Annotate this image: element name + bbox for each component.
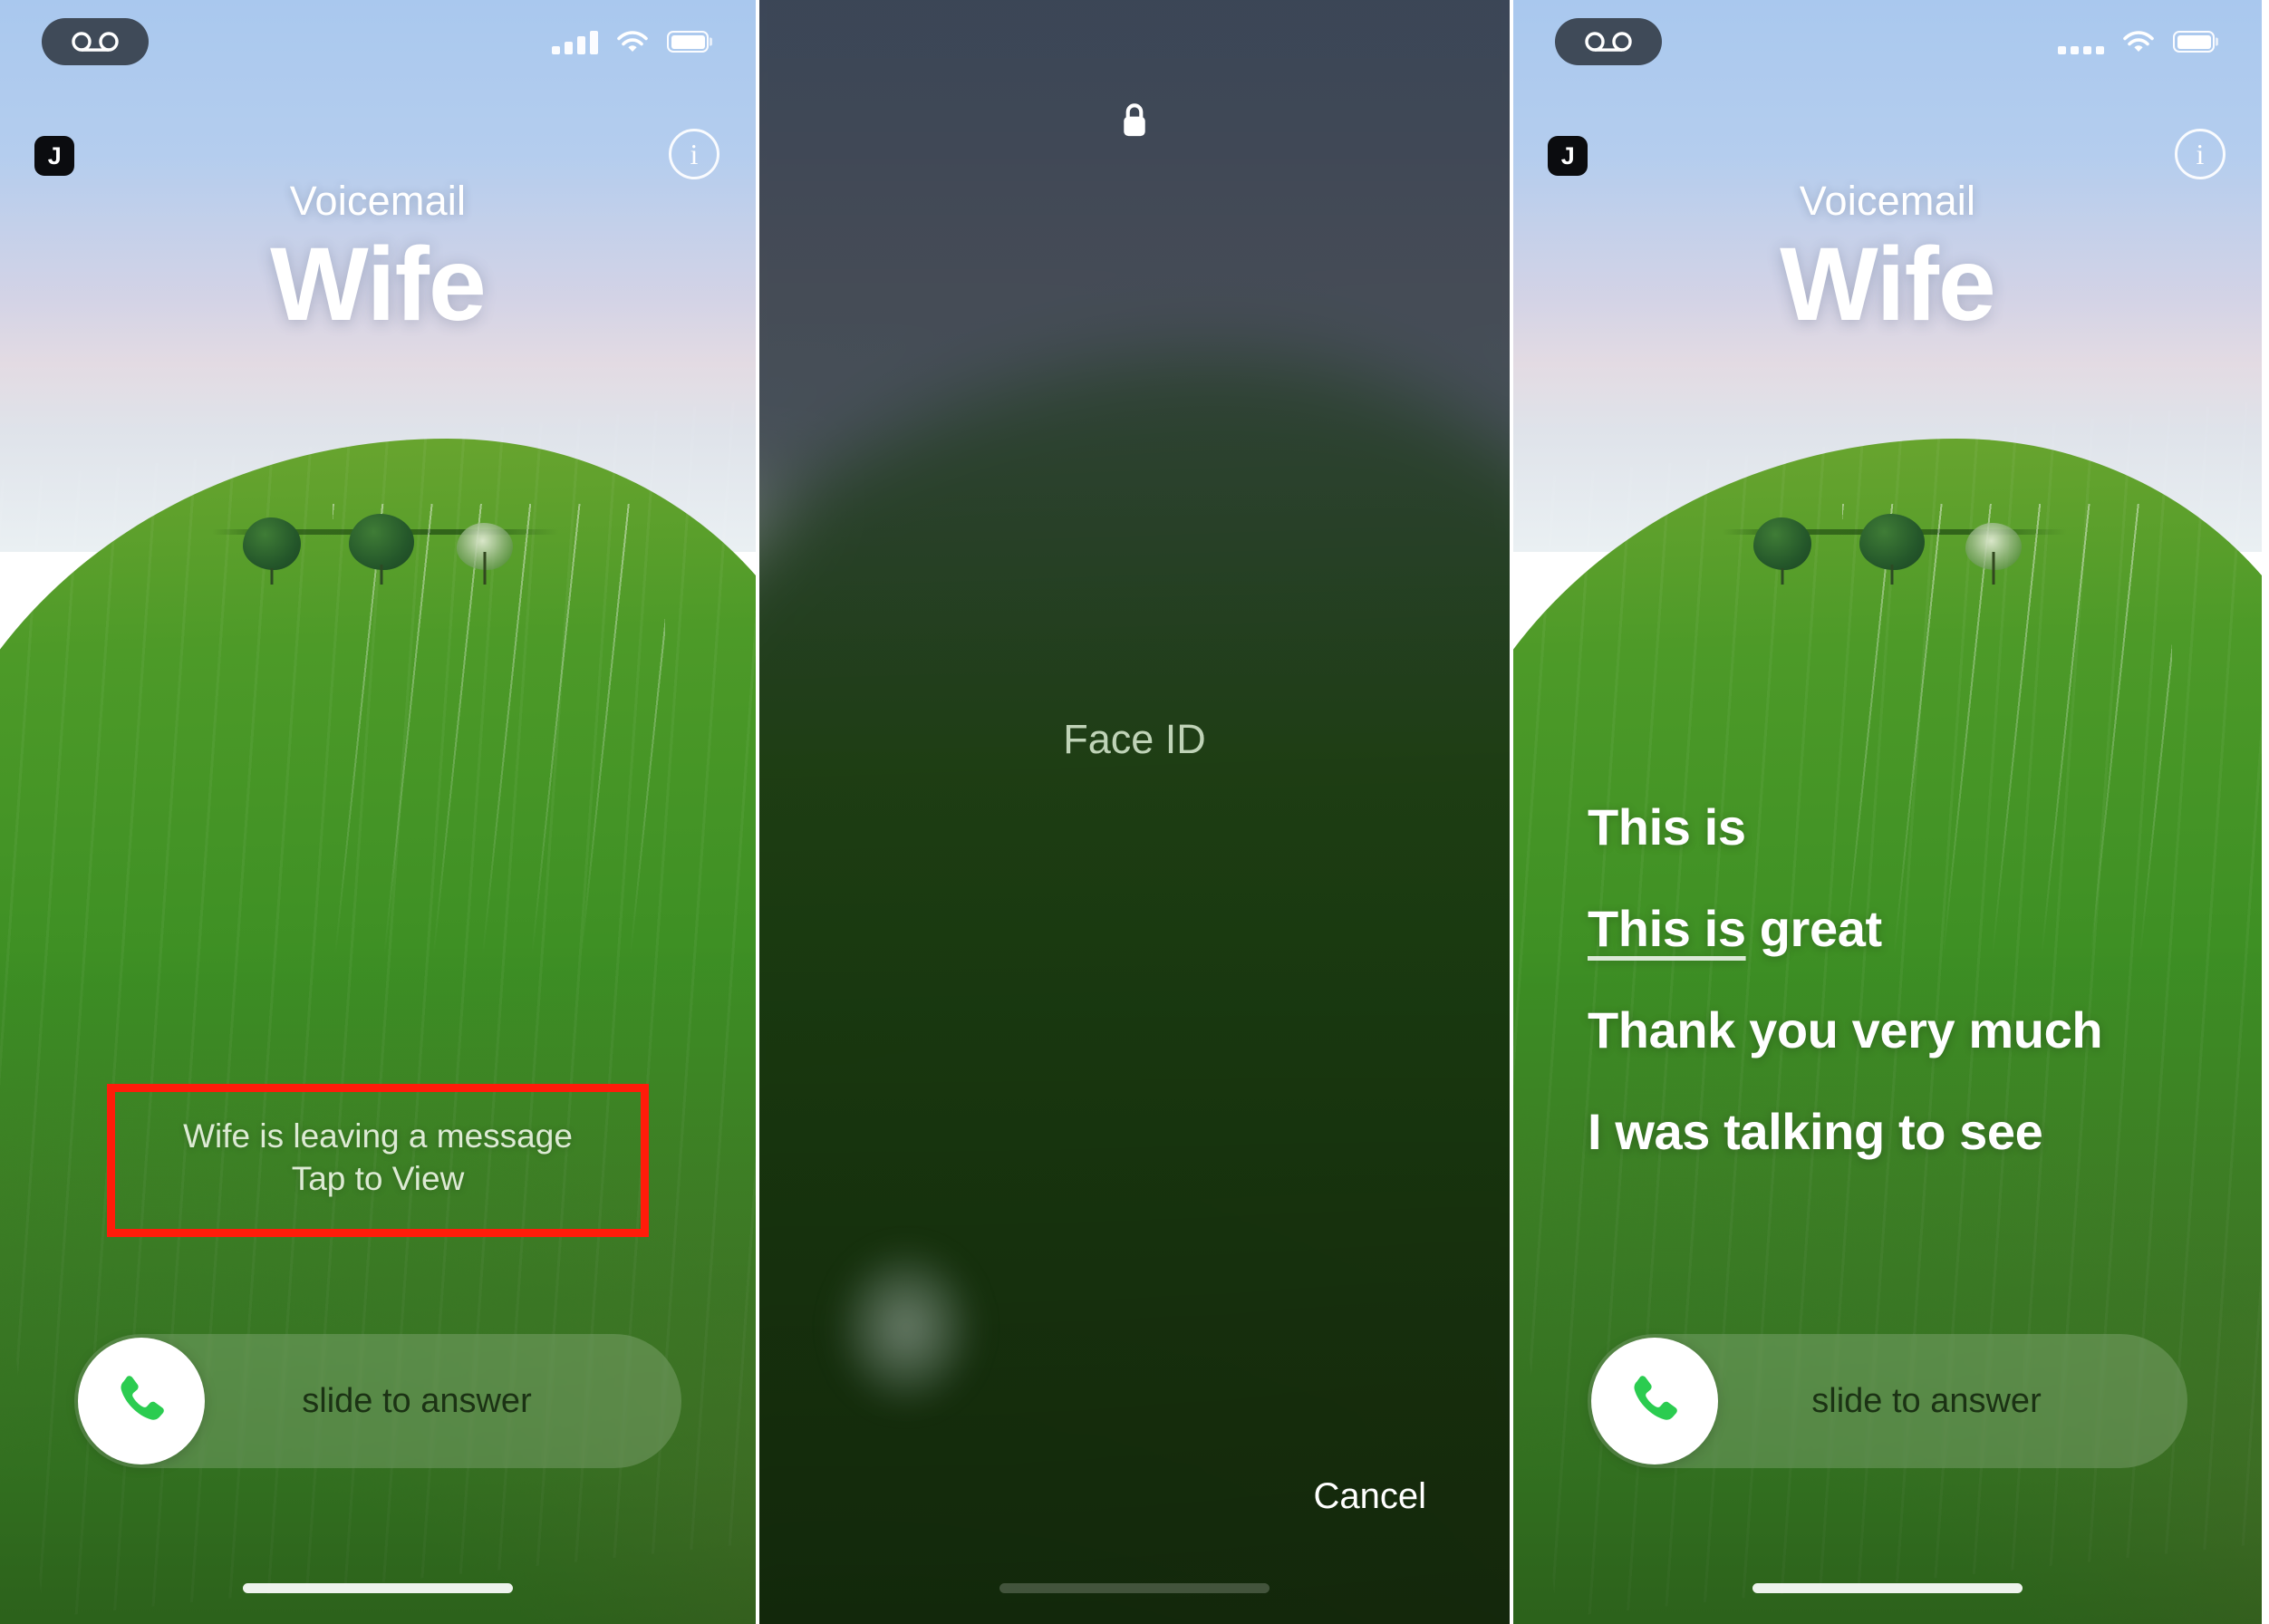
cellular-signal-icon: [552, 30, 598, 54]
notification-line-action: Tap to View: [291, 1160, 465, 1198]
screen-live-voicemail-transcript: J i Voicemail Wife This is This is great…: [1513, 0, 2262, 1624]
transcript-text: I was talking to see: [1588, 1103, 2043, 1161]
slide-to-answer-slider[interactable]: slide to answer: [1588, 1334, 2187, 1468]
cancel-button[interactable]: Cancel: [1313, 1476, 1426, 1517]
screen-incoming-voicemail: J i Voicemail Wife Wife is leaving a mes…: [0, 0, 756, 1624]
call-header: Voicemail Wife: [1513, 178, 2262, 341]
screenshot-strip: J i Voicemail Wife Wife is leaving a mes…: [0, 0, 2269, 1624]
status-bar: [1513, 0, 2262, 83]
phone-handset-icon: [121, 1376, 164, 1420]
call-subtitle: Voicemail: [1799, 178, 1976, 224]
live-transcript: This is This is great Thank you very muc…: [1588, 798, 2204, 1162]
transcript-line: I was talking to see: [1588, 1102, 2204, 1162]
phone-handset-icon: [1634, 1376, 1677, 1420]
answer-call-knob[interactable]: [1591, 1338, 1718, 1464]
cellular-signal-icon: [2058, 30, 2104, 54]
voicemail-notification[interactable]: Wife is leaving a message Tap to View: [107, 1084, 649, 1237]
face-id-label: Face ID: [1063, 716, 1206, 762]
transcript-line: This is great: [1588, 899, 2204, 959]
voicemail-icon[interactable]: [42, 18, 149, 65]
app-badge: J: [1548, 136, 1588, 176]
caller-name: Wife: [270, 227, 487, 343]
info-button[interactable]: i: [669, 129, 719, 179]
transcript-text-trailing: great: [1745, 900, 1882, 958]
transcript-line: This is: [1588, 798, 2204, 857]
transcript-text: This is: [1588, 798, 1746, 856]
call-subtitle: Voicemail: [289, 178, 467, 224]
voicemail-icon[interactable]: [1555, 18, 1662, 65]
slide-to-answer-slider[interactable]: slide to answer: [74, 1334, 681, 1468]
transcript-line: Thank you very much: [1588, 1000, 2204, 1060]
home-indicator[interactable]: [1752, 1583, 2023, 1593]
caller-name: Wife: [1780, 227, 1996, 343]
screen-face-id-unlock: Face ID Cancel: [756, 0, 1513, 1624]
home-indicator[interactable]: [243, 1583, 513, 1593]
answer-call-knob[interactable]: [78, 1338, 205, 1464]
battery-icon: [667, 31, 709, 53]
app-badge: J: [34, 136, 74, 176]
transcript-text-underlined: This is: [1588, 900, 1746, 958]
status-icons: [552, 30, 709, 54]
status-icons: [2058, 30, 2215, 54]
info-button[interactable]: i: [2175, 129, 2226, 179]
status-bar: [0, 0, 756, 83]
wifi-icon: [2123, 30, 2154, 52]
blurred-answer-button: [837, 1250, 974, 1405]
call-header: Voicemail Wife: [0, 178, 756, 341]
battery-icon: [2173, 31, 2215, 53]
home-indicator[interactable]: [999, 1583, 1270, 1593]
wifi-icon: [617, 30, 648, 52]
transcript-text: Thank you very much: [1588, 1001, 2103, 1059]
notification-line-primary: Wife is leaving a message: [183, 1117, 573, 1155]
lock-closed-icon: [1117, 100, 1152, 148]
